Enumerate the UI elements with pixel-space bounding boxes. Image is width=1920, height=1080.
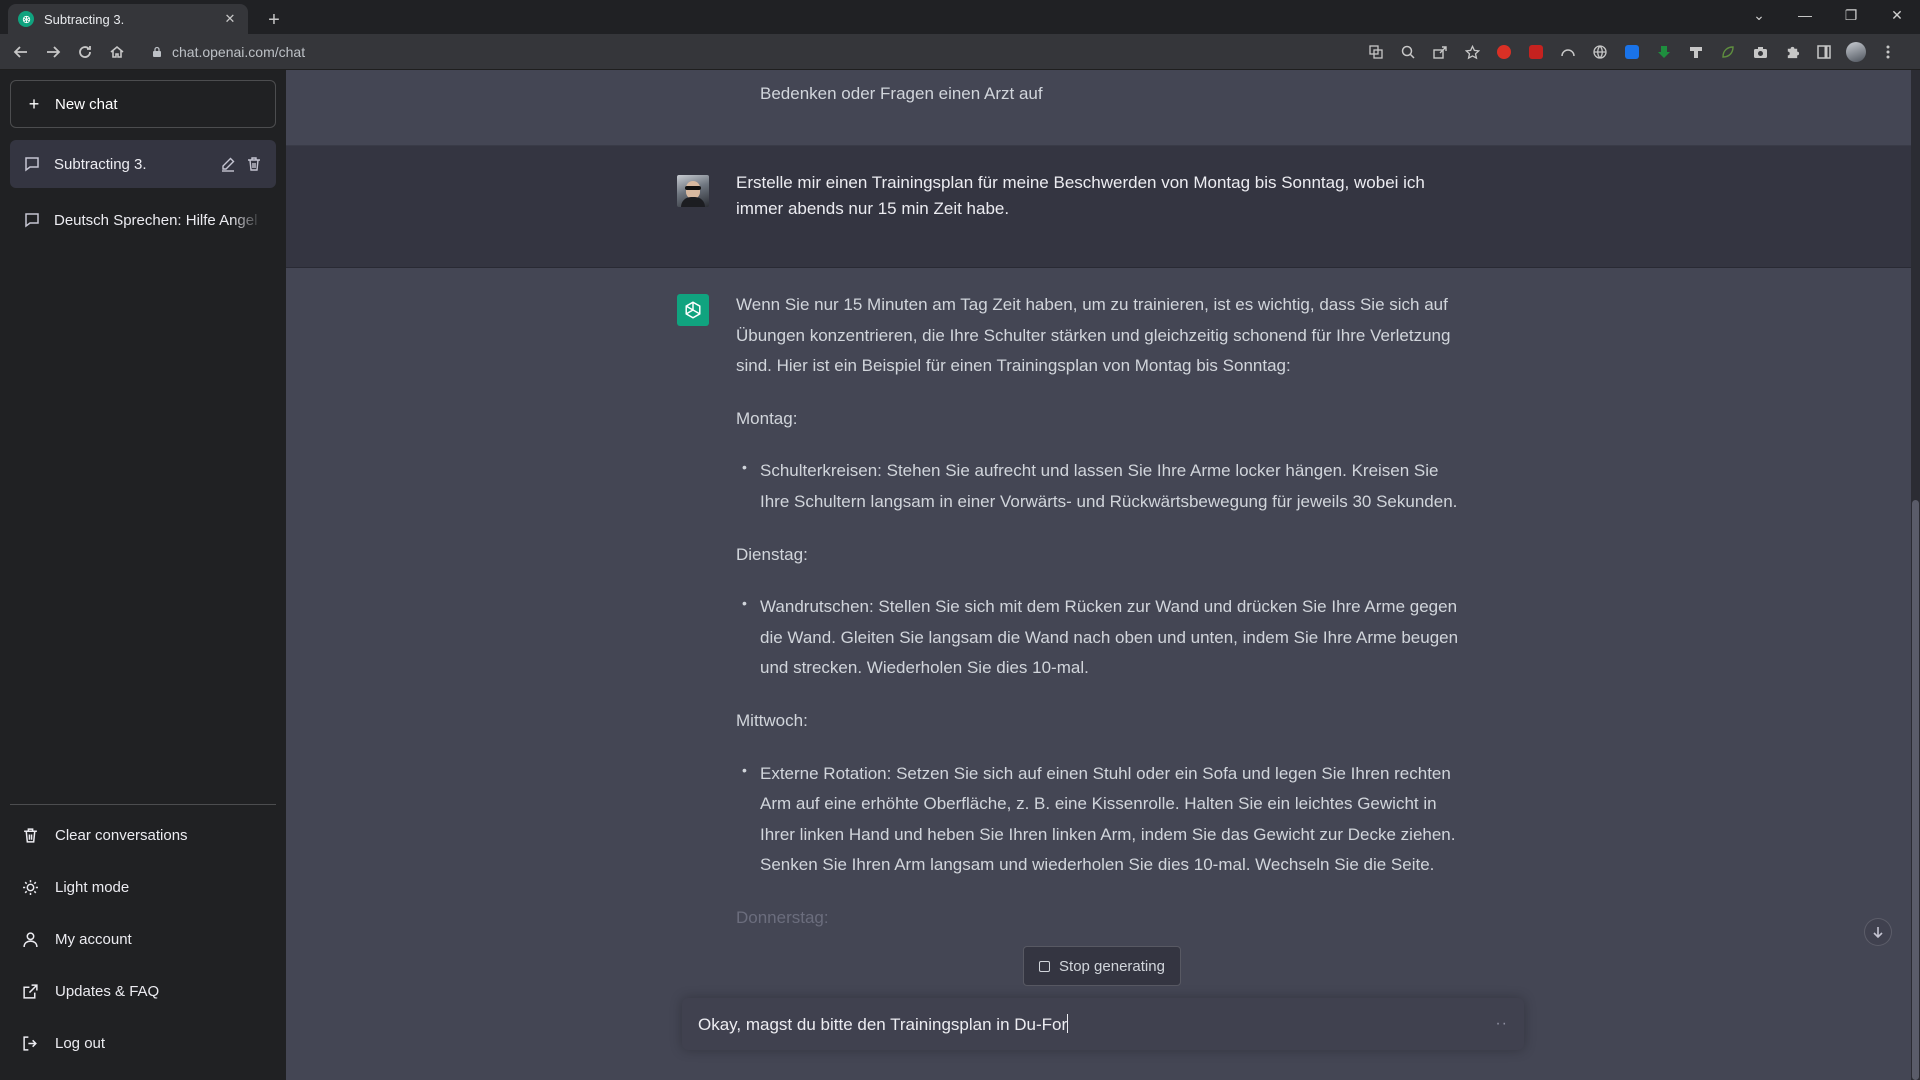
plus-icon: + [28,93,40,114]
camera-extension-icon[interactable] [1749,41,1771,63]
leaf-extension-icon[interactable] [1717,41,1739,63]
bookmark-star-icon[interactable] [1461,41,1483,63]
openai-logo-icon [677,294,709,326]
user-message: Erstelle mir einen Trainingsplan für mei… [286,146,1911,268]
browser-tabstrip: Subtracting 3. ✕ + ⌄ — ❐ ✕ [0,0,1920,34]
new-chat-label: New chat [55,95,118,113]
exercise-list: Schulterkreisen: Stehen Sie aufrecht und… [736,452,1466,517]
globe-extension-icon[interactable] [1589,41,1611,63]
previous-message-text: Bedenken oder Fragen einen Arzt auf [760,84,1043,103]
new-chat-button[interactable]: + New chat [10,80,276,128]
delete-trash-icon[interactable] [246,156,262,172]
adblock-extension-icon[interactable] [1493,41,1515,63]
green-arrow-extension-icon[interactable] [1653,41,1675,63]
previous-assistant-message: Bedenken oder Fragen einen Arzt auf [286,70,1911,146]
my-account-label: My account [55,930,132,948]
close-window-button[interactable]: ✕ [1874,0,1920,30]
tab-close-icon[interactable]: ✕ [222,11,238,27]
exercise-list: Externe Rotation: Setzen Sie sich auf ei… [736,755,1466,881]
external-link-icon [23,983,38,999]
tab-title: Subtracting 3. [44,11,125,27]
arc-extension-icon[interactable] [1557,41,1579,63]
scrollbar[interactable] [1911,70,1920,1080]
blue-extension-icon[interactable] [1621,41,1643,63]
chat-main: Bedenken oder Fragen einen Arzt auf Erst… [286,70,1920,1080]
home-icon[interactable] [104,39,130,65]
browser-tab[interactable]: Subtracting 3. ✕ [8,4,248,34]
restore-button[interactable]: ❐ [1828,0,1874,30]
logout-icon [23,1035,37,1051]
updates-faq-link[interactable]: Updates & FAQ [10,965,276,1017]
sun-icon [23,879,38,895]
minimize-button[interactable]: — [1782,0,1828,30]
clear-conversations-label: Clear conversations [55,826,188,844]
stop-generating-button[interactable]: Stop generating [1023,946,1181,986]
sidebar-conversation[interactable]: Deutsch Sprechen: Hilfe Angel [10,196,276,244]
side-panel-icon[interactable] [1813,41,1835,63]
chat-bubble-icon [25,157,39,172]
reload-icon[interactable] [72,39,98,65]
user-message-text: Erstelle mir einen Trainingsplan für mei… [736,173,1425,218]
day-heading: Montag: [736,408,798,428]
exercise-list: Wandrutschen: Stellen Sie sich mit dem R… [736,588,1466,684]
typing-indicator: ·· [1495,1015,1508,1032]
forward-icon[interactable] [40,39,66,65]
scrollbar-thumb[interactable] [1912,500,1919,1080]
log-out-label: Log out [55,1034,106,1052]
url-text: chat.openai.com/chat [172,44,306,60]
message-input-value[interactable]: Okay, magst du bitte den Trainingsplan i… [698,1013,1495,1035]
user-avatar [677,175,709,207]
trash-icon [24,827,37,843]
light-mode-label: Light mode [55,878,130,896]
extension-bar [1365,41,1899,63]
red-extension-icon[interactable] [1525,41,1547,63]
clear-conversations-button[interactable]: Clear conversations [10,809,276,861]
exercise-item: Wandrutschen: Stellen Sie sich mit dem R… [736,588,1466,684]
user-icon [23,931,38,947]
zoom-icon[interactable] [1397,41,1419,63]
conversation-title: Deutsch Sprechen: Hilfe Angel [54,211,258,229]
log-out-button[interactable]: Log out [10,1017,276,1069]
browser-toolbar: chat.openai.com/chat [0,34,1920,70]
conversation-title: Subtracting 3. [54,155,147,173]
day-heading-faded: Donnerstag: [736,907,829,927]
translate-icon[interactable] [1365,41,1387,63]
chat-bubble-icon [25,213,39,228]
edit-pencil-icon[interactable] [220,156,236,172]
exercise-item: Schulterkreisen: Stehen Sie aufrecht und… [736,452,1466,517]
sidebar-bottom-menu: Clear conversations Light mode My accoun… [10,804,276,1069]
my-account-button[interactable]: My account [10,913,276,965]
puzzle-extension-icon[interactable] [1685,41,1707,63]
message-input[interactable]: Okay, magst du bitte den Trainingsplan i… [682,998,1524,1050]
profile-avatar-icon[interactable] [1845,41,1867,63]
exercise-item: Externe Rotation: Setzen Sie sich auf ei… [736,755,1466,881]
back-icon[interactable] [8,39,34,65]
text-caret [1067,1013,1069,1033]
arrow-down-icon [1873,927,1883,939]
browser-menu-icon[interactable] [1877,41,1899,63]
day-heading: Dienstag: [736,544,808,564]
scroll-to-bottom-button[interactable] [1864,918,1892,946]
extensions-puzzle-icon[interactable] [1781,41,1803,63]
new-tab-button[interactable]: + [260,6,288,34]
updates-faq-label: Updates & FAQ [55,982,160,1000]
tab-search-icon[interactable]: ⌄ [1736,0,1782,30]
sidebar-conversation-active[interactable]: Subtracting 3. [10,140,276,188]
sidebar: + New chat Subtracting 3. Deutsch Sprech… [0,70,286,1080]
lock-icon [153,46,161,57]
share-icon[interactable] [1429,41,1451,63]
light-mode-button[interactable]: Light mode [10,861,276,913]
day-heading: Mittwoch: [736,710,808,730]
assistant-message-content: Wenn Sie nur 15 Minuten am Tag Zeit habe… [736,290,1466,956]
stop-square-icon [1039,960,1051,972]
stop-generating-label: Stop generating [1059,957,1165,975]
openai-favicon-icon [18,11,34,27]
assistant-intro: Wenn Sie nur 15 Minuten am Tag Zeit habe… [736,295,1451,376]
address-bar[interactable]: chat.openai.com/chat [142,38,1367,66]
